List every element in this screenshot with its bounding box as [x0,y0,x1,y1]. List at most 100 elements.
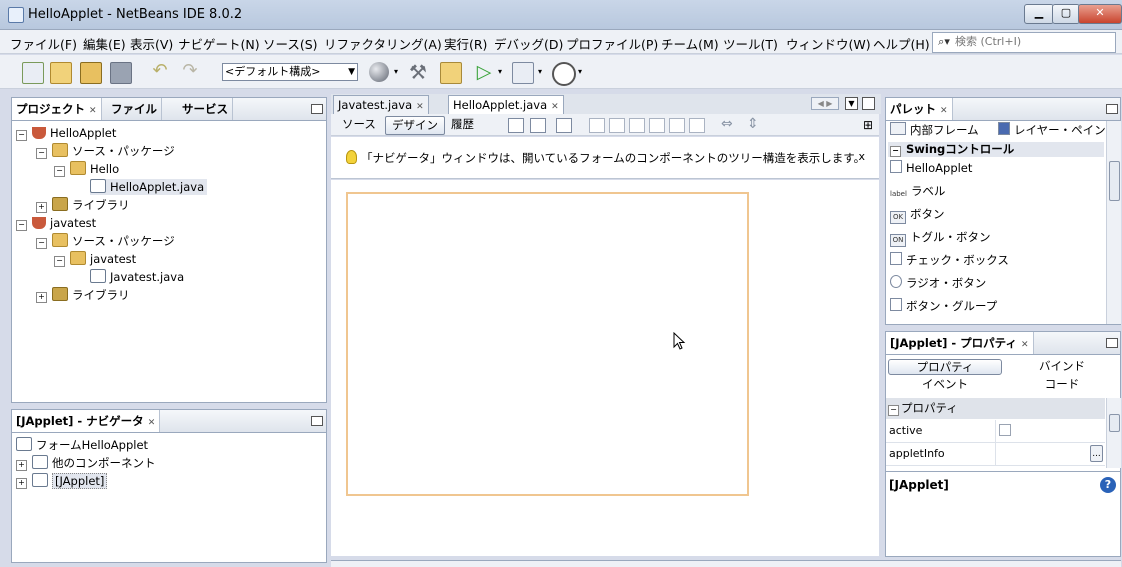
tree-node-javatest-java[interactable]: Javatest.java [90,269,184,285]
new-project-icon[interactable] [50,62,72,84]
palette-item-toggle-button[interactable]: ON トグル・ボタン [890,228,991,247]
collapse-icon[interactable]: − [888,405,899,416]
menu-navigate[interactable]: ナビゲート(N) [178,34,260,53]
expand-icon[interactable]: + [16,478,27,489]
tab-files[interactable]: ファイル [107,98,162,120]
tree-node-helloapplet[interactable]: − HelloApplet [16,125,116,141]
tree-node-package-javatest[interactable]: − javatest [54,251,136,267]
prop-value[interactable] [995,420,1106,442]
props-section-header[interactable]: − プロパティ [886,398,1105,419]
design-view-button[interactable]: デザイン [385,116,445,135]
align-bottom-icon[interactable] [669,118,685,133]
tab-list-icon[interactable]: ▼ [845,97,858,110]
tab-palette[interactable]: パレット ✕ [886,98,953,120]
props-tab-properties[interactable]: プロパティ [888,359,1002,375]
tree-node-package-hello[interactable]: − Hello [54,161,119,177]
menu-file[interactable]: ファイル(F) [10,34,77,53]
menu-tools[interactable]: ツール(T) [723,34,778,53]
close-icon[interactable]: ✕ [148,418,156,428]
menu-source[interactable]: ソース(S) [263,34,318,53]
new-file-icon[interactable] [22,62,44,84]
help-icon[interactable]: ? [1100,477,1116,493]
palette-item-button[interactable]: OK ボタン [890,205,945,224]
selection-mode-icon[interactable] [508,118,524,133]
palette-item-label[interactable]: label ラベル [890,182,945,200]
scroll-tabs-icon[interactable]: ◀ ▶ [811,97,839,110]
minimize-panel-icon[interactable] [311,416,323,426]
debug-icon[interactable] [512,62,534,84]
build-icon[interactable]: ⚒ [408,62,428,82]
chevron-down-icon[interactable]: ▾ [498,67,502,76]
tab-javatest-java[interactable]: Javatest.java ✕ [333,95,429,115]
expand-editor-icon[interactable]: ⊞ [863,118,873,132]
expand-icon[interactable]: + [36,292,47,303]
scroll-thumb[interactable] [1109,414,1120,432]
collapse-icon[interactable]: − [16,130,27,141]
tree-node-libraries[interactable]: + ライブラリ [36,197,130,213]
collapse-icon[interactable]: − [16,220,27,231]
collapse-icon[interactable]: − [36,148,47,159]
japplet-form[interactable] [346,192,749,496]
props-tab-bind[interactable]: バインド [1004,359,1120,375]
minimize-panel-icon[interactable] [1106,104,1118,114]
expand-icon[interactable]: + [36,202,47,213]
menu-team[interactable]: チーム(M) [661,34,719,53]
resize-horizontal-icon[interactable]: ⇔ [721,116,733,132]
collapse-icon[interactable]: − [54,166,65,177]
config-select[interactable]: <デフォルト構成> ▼ [222,63,358,81]
more-button[interactable]: ... [1090,445,1103,462]
chevron-down-icon[interactable]: ▾ [394,67,398,76]
minimize-button[interactable]: ▁ [1024,4,1054,24]
redo-icon[interactable]: ↷ [180,62,200,82]
props-tab-events[interactable]: イベント [888,377,1002,393]
palette-item-radio-button[interactable]: ラジオ・ボタン [890,274,986,292]
menu-edit[interactable]: 編集(E) [83,34,126,53]
design-canvas[interactable] [331,180,879,556]
close-button[interactable]: ✕ [1078,4,1122,24]
close-icon[interactable]: ✕ [416,102,424,112]
palette-item-internal-frame[interactable]: 内部フレーム [890,121,979,139]
tree-node-javatest[interactable]: − javatest [16,215,96,231]
tab-properties-panel[interactable]: [JApplet] - プロパティ ✕ [886,332,1034,354]
properties-scrollbar[interactable] [1106,398,1121,468]
tree-node-helloapplet-java[interactable]: HelloApplet.java [90,179,208,195]
menu-window[interactable]: ウィンドウ(W) [786,34,871,53]
center-vertically-icon[interactable] [689,118,705,133]
align-right-icon[interactable] [609,118,625,133]
tree-node-libraries[interactable]: + ライブラリ [36,287,130,303]
run-icon[interactable]: ▷ [474,62,494,82]
hint-close-button[interactable]: x [858,150,865,163]
preview-design-icon[interactable] [556,118,572,133]
menu-refactor[interactable]: リファクタリング(A) [324,34,442,53]
scroll-thumb[interactable] [1109,161,1120,201]
nav-node-japplet[interactable]: + [JApplet] [16,473,108,489]
close-icon[interactable]: ✕ [1021,340,1029,350]
resize-vertical-icon[interactable]: ⇕ [747,116,759,132]
collapse-icon[interactable]: − [890,146,901,157]
tab-projects[interactable]: プロジェクト ✕ [12,98,102,120]
menu-debug[interactable]: デバッグ(D) [494,34,563,53]
tab-services[interactable]: サービス [178,98,233,120]
profile-icon[interactable] [552,62,576,86]
nav-node-form[interactable]: フォームHelloApplet [16,437,148,453]
undo-icon[interactable]: ↶ [150,62,170,82]
props-tab-code[interactable]: コード [1004,377,1120,393]
palette-scrollbar[interactable] [1106,121,1121,324]
close-icon[interactable]: ✕ [89,106,97,116]
active-checkbox[interactable] [999,424,1011,436]
prop-row-appletinfo[interactable]: appletInfo ... [886,443,1105,466]
align-top-icon[interactable] [649,118,665,133]
close-icon[interactable]: ✕ [551,102,559,112]
tab-helloapplet-java[interactable]: HelloApplet.java ✕ [448,95,564,115]
tree-node-source-packages[interactable]: − ソース・パッケージ [36,233,175,249]
minimize-panel-icon[interactable] [311,104,323,114]
search-input[interactable]: ⌕▾ 検索 (Ctrl+I) [932,32,1116,53]
browser-icon[interactable] [369,62,389,82]
chevron-down-icon[interactable]: ▾ [578,67,582,76]
menu-profile[interactable]: プロファイル(P) [566,34,658,53]
palette-item-button-group[interactable]: ボタン・グループ [890,297,997,315]
palette-item-layered-pane[interactable]: レイヤー・ペイン [998,121,1106,139]
menu-view[interactable]: 表示(V) [130,34,173,53]
collapse-icon[interactable]: − [36,238,47,249]
minimize-panel-icon[interactable] [1106,338,1118,348]
